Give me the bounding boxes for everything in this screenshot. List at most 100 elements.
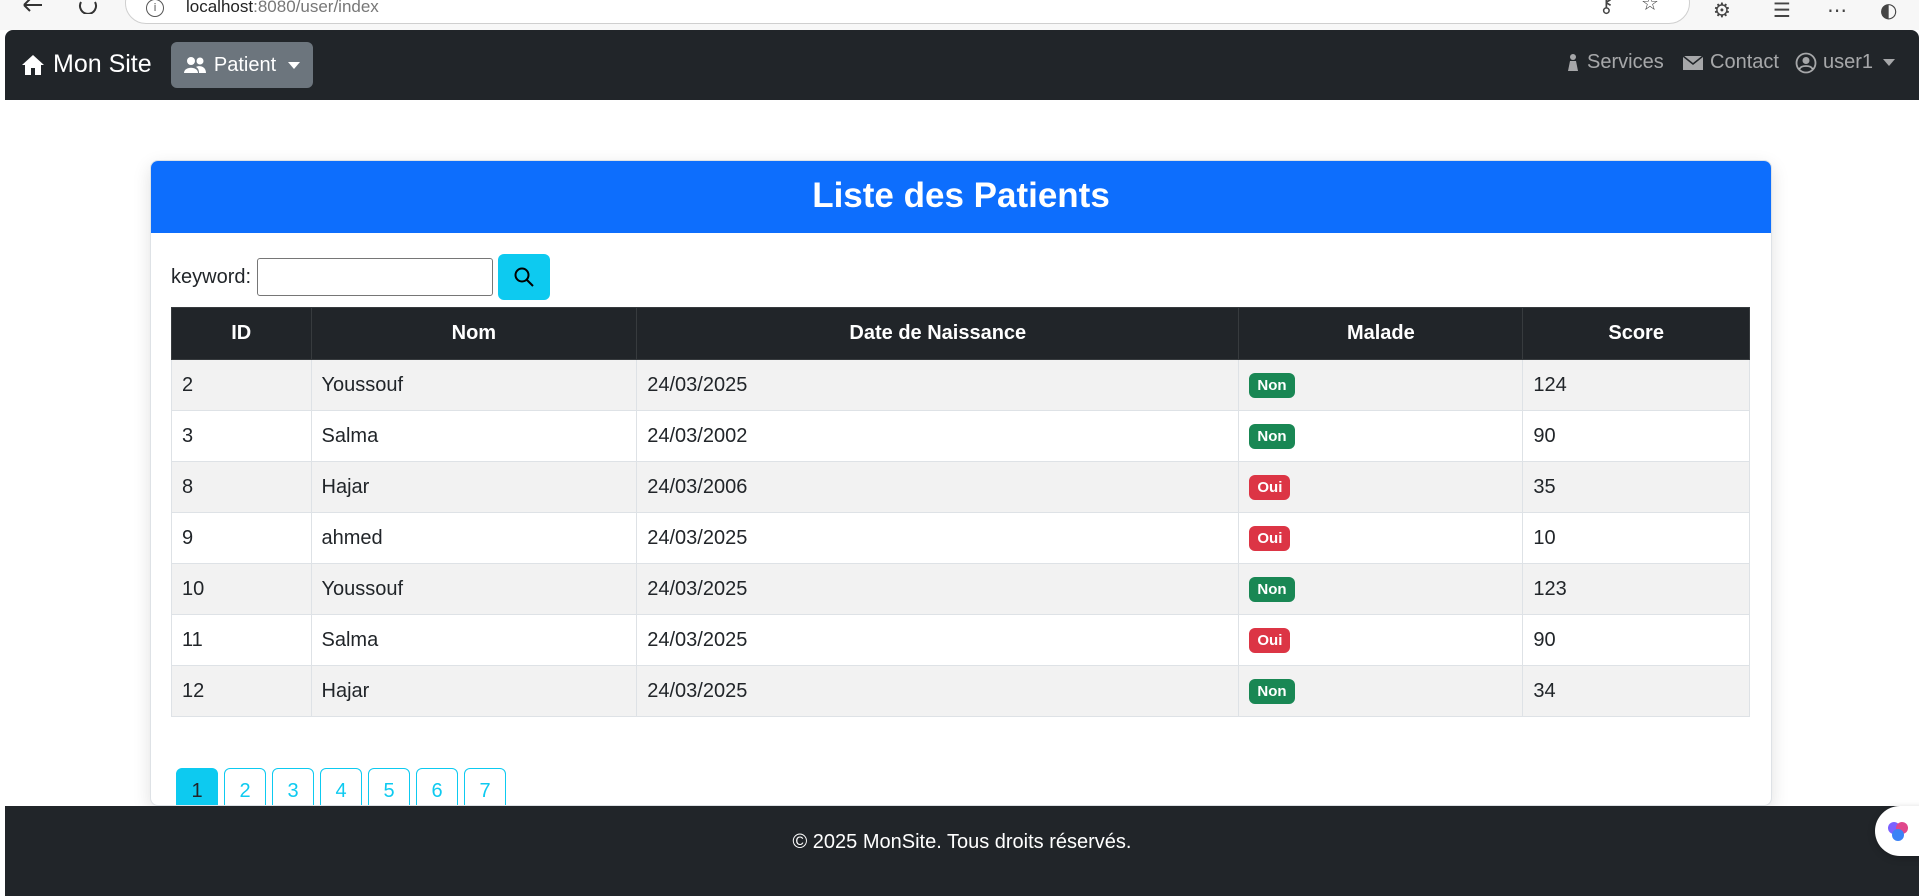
browser-toolbar: i localhost:8080/user/index ⚷ ☆ ⚙ ☰ ⋯ ◐ <box>0 0 1919 30</box>
cell-date: 24/03/2025 <box>636 665 1240 717</box>
keyword-input[interactable] <box>257 258 494 296</box>
footer: © 2025 MonSite. Tous droits réservés. <box>5 806 1919 896</box>
status-badge: Non <box>1249 678 1295 704</box>
nav-contact[interactable]: Contact <box>1682 51 1779 74</box>
contact-label: Contact <box>1710 51 1779 73</box>
more-icon[interactable]: ⋯ <box>1827 0 1847 22</box>
cell-id: 11 <box>171 614 312 666</box>
cell-id: 3 <box>171 410 312 462</box>
cell-date: 24/03/2025 <box>636 614 1240 666</box>
header-nom: Nom <box>310 307 638 360</box>
cell-nom: Salma <box>310 614 638 666</box>
back-arrow-icon[interactable] <box>22 0 44 14</box>
url-text: localhost:8080/user/index <box>186 0 379 16</box>
cell-nom: Hajar <box>310 461 638 513</box>
table-header-row: ID Nom Date de Naissance Malade Score <box>171 307 1750 360</box>
cell-date: 24/03/2002 <box>636 410 1240 462</box>
brain-icon <box>1888 822 1908 841</box>
status-badge: Non <box>1249 576 1295 602</box>
table-row: 11 Salma 24/03/2025 Oui 90 <box>171 614 1750 666</box>
page-button-6[interactable]: 6 <box>416 768 458 805</box>
favorites-icon[interactable]: ☰ <box>1773 0 1791 22</box>
assistant-floating-button[interactable] <box>1875 806 1919 856</box>
table-row: 8 Hajar 24/03/2006 Oui 35 <box>171 461 1750 513</box>
cell-nom: ahmed <box>310 512 638 564</box>
table-row: 2 Youssouf 24/03/2025 Non 124 <box>171 359 1750 411</box>
cell-id: 10 <box>171 563 312 615</box>
user-circle-icon <box>1795 52 1817 73</box>
cell-score: 90 <box>1522 410 1750 462</box>
cell-malade: Oui <box>1238 461 1524 513</box>
cell-score: 35 <box>1522 461 1750 513</box>
cell-id: 2 <box>171 359 312 411</box>
site-info-icon[interactable]: i <box>146 0 164 17</box>
cell-malade: Non <box>1238 359 1524 411</box>
cell-id: 12 <box>171 665 312 717</box>
table-row: 12 Hajar 24/03/2025 Non 34 <box>171 665 1750 717</box>
cell-score: 10 <box>1522 512 1750 564</box>
search-icon <box>514 267 534 287</box>
table-row: 9 ahmed 24/03/2025 Oui 10 <box>171 512 1750 564</box>
pagination: 1234567 <box>176 768 506 805</box>
status-badge: Non <box>1249 423 1295 449</box>
address-bar[interactable]: i localhost:8080/user/index ⚷ ☆ <box>125 0 1690 24</box>
nav-services[interactable]: Services <box>1565 51 1664 74</box>
users-icon <box>183 57 206 73</box>
chevron-down-icon <box>288 61 301 69</box>
table-row: 3 Salma 24/03/2002 Non 90 <box>171 410 1750 462</box>
patients-table: ID Nom Date de Naissance Malade Score 2Y… <box>171 307 1750 717</box>
search-label: keyword: <box>171 265 252 288</box>
cell-nom: Hajar <box>310 665 638 717</box>
header-id: ID <box>171 307 312 360</box>
cell-malade: Oui <box>1238 614 1524 666</box>
home-icon <box>22 54 44 75</box>
cell-score: 34 <box>1522 665 1750 717</box>
cell-date: 24/03/2025 <box>636 512 1240 564</box>
cell-date: 24/03/2025 <box>636 359 1240 411</box>
page-button-7[interactable]: 7 <box>464 768 506 805</box>
cell-malade: Oui <box>1238 512 1524 564</box>
patient-dropdown-button[interactable]: Patient <box>171 42 313 88</box>
header-score: Score <box>1522 307 1750 360</box>
search-button[interactable] <box>498 254 551 300</box>
cell-nom: Youssouf <box>310 563 638 615</box>
page: Mon Site Patient Services Contact user1 … <box>5 30 1919 896</box>
patient-menu-label: Patient <box>213 53 277 76</box>
cell-id: 8 <box>171 461 312 513</box>
chevron-down-icon <box>1883 59 1896 66</box>
cell-malade: Non <box>1238 410 1524 462</box>
cell-score: 124 <box>1522 359 1750 411</box>
envelope-icon <box>1682 54 1704 70</box>
cell-malade: Non <box>1238 665 1524 717</box>
page-button-5[interactable]: 5 <box>368 768 410 805</box>
page-button-1[interactable]: 1 <box>176 768 218 805</box>
services-icon <box>1568 53 1578 71</box>
cell-date: 24/03/2025 <box>636 563 1240 615</box>
page-button-3[interactable]: 3 <box>272 768 314 805</box>
search-form: keyword: <box>171 254 551 300</box>
brand-label: Mon Site <box>53 50 152 78</box>
extensions-icon[interactable]: ⚙ <box>1713 0 1731 22</box>
cell-nom: Youssouf <box>310 359 638 411</box>
status-badge: Non <box>1249 372 1295 398</box>
star-icon[interactable]: ☆ <box>1641 0 1659 15</box>
footer-text: © 2025 MonSite. Tous droits réservés. <box>792 831 1132 853</box>
copilot-icon[interactable]: ◐ <box>1880 0 1897 22</box>
page-button-2[interactable]: 2 <box>224 768 266 805</box>
cell-id: 9 <box>171 512 312 564</box>
reload-icon[interactable] <box>78 0 98 15</box>
header-date: Date de Naissance <box>636 307 1240 360</box>
header-malade: Malade <box>1238 307 1524 360</box>
cell-score: 123 <box>1522 563 1750 615</box>
page-button-4[interactable]: 4 <box>320 768 362 805</box>
user-dropdown[interactable]: user1 <box>1795 51 1896 74</box>
status-badge: Oui <box>1249 474 1291 500</box>
brand-link[interactable]: Mon Site <box>21 50 152 79</box>
table-row: 10 Youssouf 24/03/2025 Non 123 <box>171 563 1750 615</box>
user-label: user1 <box>1823 51 1874 73</box>
cell-score: 90 <box>1522 614 1750 666</box>
patients-card: Liste des Patients keyword: ID Nom Date … <box>150 160 1772 806</box>
status-badge: Oui <box>1249 525 1291 551</box>
key-icon[interactable]: ⚷ <box>1599 0 1614 17</box>
card-title: Liste des Patients <box>151 161 1771 233</box>
